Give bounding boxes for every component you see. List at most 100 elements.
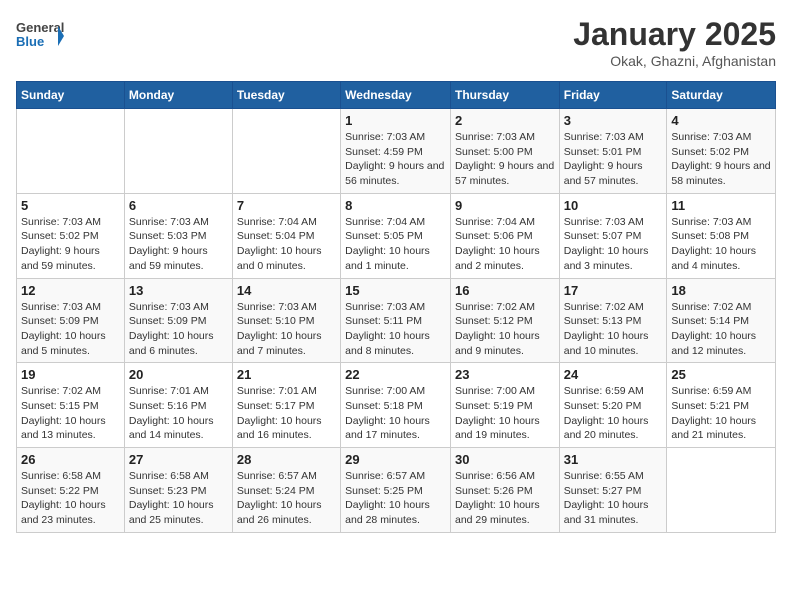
day-info: Sunrise: 7:03 AMSunset: 5:00 PMDaylight:…	[455, 130, 555, 189]
weekday-header: Saturday	[667, 82, 776, 109]
calendar-cell: 6 Sunrise: 7:03 AMSunset: 5:03 PMDayligh…	[124, 193, 232, 278]
day-info: Sunrise: 7:02 AMSunset: 5:13 PMDaylight:…	[564, 300, 663, 359]
calendar-cell: 21 Sunrise: 7:01 AMSunset: 5:17 PMDaylig…	[232, 363, 340, 448]
calendar-cell: 25 Sunrise: 6:59 AMSunset: 5:21 PMDaylig…	[667, 363, 776, 448]
day-info: Sunrise: 7:04 AMSunset: 5:04 PMDaylight:…	[237, 215, 336, 274]
calendar-cell	[124, 109, 232, 194]
calendar-cell: 3 Sunrise: 7:03 AMSunset: 5:01 PMDayligh…	[559, 109, 667, 194]
day-number: 5	[21, 198, 120, 213]
day-info: Sunrise: 7:00 AMSunset: 5:19 PMDaylight:…	[455, 384, 555, 443]
svg-text:General: General	[16, 20, 64, 35]
calendar-header-row: SundayMondayTuesdayWednesdayThursdayFrid…	[17, 82, 776, 109]
calendar-cell: 29 Sunrise: 6:57 AMSunset: 5:25 PMDaylig…	[341, 448, 451, 533]
calendar-cell: 26 Sunrise: 6:58 AMSunset: 5:22 PMDaylig…	[17, 448, 125, 533]
day-number: 1	[345, 113, 446, 128]
day-info: Sunrise: 7:02 AMSunset: 5:12 PMDaylight:…	[455, 300, 555, 359]
calendar-cell: 4 Sunrise: 7:03 AMSunset: 5:02 PMDayligh…	[667, 109, 776, 194]
day-number: 8	[345, 198, 446, 213]
day-number: 17	[564, 283, 663, 298]
day-info: Sunrise: 6:59 AMSunset: 5:20 PMDaylight:…	[564, 384, 663, 443]
day-info: Sunrise: 7:04 AMSunset: 5:05 PMDaylight:…	[345, 215, 446, 274]
calendar-cell: 12 Sunrise: 7:03 AMSunset: 5:09 PMDaylig…	[17, 278, 125, 363]
day-info: Sunrise: 6:58 AMSunset: 5:23 PMDaylight:…	[129, 469, 228, 528]
calendar-cell: 30 Sunrise: 6:56 AMSunset: 5:26 PMDaylig…	[450, 448, 559, 533]
day-number: 27	[129, 452, 228, 467]
day-number: 7	[237, 198, 336, 213]
day-number: 23	[455, 367, 555, 382]
calendar-cell: 2 Sunrise: 7:03 AMSunset: 5:00 PMDayligh…	[450, 109, 559, 194]
day-info: Sunrise: 7:03 AMSunset: 5:08 PMDaylight:…	[671, 215, 771, 274]
day-info: Sunrise: 7:03 AMSunset: 5:09 PMDaylight:…	[21, 300, 120, 359]
day-number: 11	[671, 198, 771, 213]
day-number: 31	[564, 452, 663, 467]
day-number: 28	[237, 452, 336, 467]
calendar-cell: 5 Sunrise: 7:03 AMSunset: 5:02 PMDayligh…	[17, 193, 125, 278]
day-number: 14	[237, 283, 336, 298]
calendar-week-row: 12 Sunrise: 7:03 AMSunset: 5:09 PMDaylig…	[17, 278, 776, 363]
day-info: Sunrise: 7:03 AMSunset: 5:10 PMDaylight:…	[237, 300, 336, 359]
calendar-cell: 8 Sunrise: 7:04 AMSunset: 5:05 PMDayligh…	[341, 193, 451, 278]
weekday-header: Sunday	[17, 82, 125, 109]
day-number: 12	[21, 283, 120, 298]
calendar-cell: 19 Sunrise: 7:02 AMSunset: 5:15 PMDaylig…	[17, 363, 125, 448]
page-header: General Blue January 2025 Okak, Ghazni, …	[16, 16, 776, 69]
page-title: January 2025	[573, 16, 776, 53]
day-number: 25	[671, 367, 771, 382]
weekday-header: Tuesday	[232, 82, 340, 109]
calendar-cell: 9 Sunrise: 7:04 AMSunset: 5:06 PMDayligh…	[450, 193, 559, 278]
logo: General Blue	[16, 16, 64, 56]
day-info: Sunrise: 6:57 AMSunset: 5:24 PMDaylight:…	[237, 469, 336, 528]
day-number: 13	[129, 283, 228, 298]
day-info: Sunrise: 6:56 AMSunset: 5:26 PMDaylight:…	[455, 469, 555, 528]
calendar-cell: 31 Sunrise: 6:55 AMSunset: 5:27 PMDaylig…	[559, 448, 667, 533]
day-info: Sunrise: 7:03 AMSunset: 5:03 PMDaylight:…	[129, 215, 228, 274]
day-info: Sunrise: 7:00 AMSunset: 5:18 PMDaylight:…	[345, 384, 446, 443]
calendar-cell	[667, 448, 776, 533]
day-info: Sunrise: 7:03 AMSunset: 5:09 PMDaylight:…	[129, 300, 228, 359]
day-number: 4	[671, 113, 771, 128]
calendar-cell	[17, 109, 125, 194]
day-number: 30	[455, 452, 555, 467]
calendar-cell: 15 Sunrise: 7:03 AMSunset: 5:11 PMDaylig…	[341, 278, 451, 363]
calendar-week-row: 1 Sunrise: 7:03 AMSunset: 4:59 PMDayligh…	[17, 109, 776, 194]
day-number: 29	[345, 452, 446, 467]
day-info: Sunrise: 7:03 AMSunset: 5:02 PMDaylight:…	[671, 130, 771, 189]
calendar-cell: 14 Sunrise: 7:03 AMSunset: 5:10 PMDaylig…	[232, 278, 340, 363]
day-info: Sunrise: 7:03 AMSunset: 4:59 PMDaylight:…	[345, 130, 446, 189]
page-subtitle: Okak, Ghazni, Afghanistan	[573, 53, 776, 69]
day-number: 26	[21, 452, 120, 467]
day-info: Sunrise: 7:02 AMSunset: 5:15 PMDaylight:…	[21, 384, 120, 443]
calendar-cell: 17 Sunrise: 7:02 AMSunset: 5:13 PMDaylig…	[559, 278, 667, 363]
calendar-cell: 10 Sunrise: 7:03 AMSunset: 5:07 PMDaylig…	[559, 193, 667, 278]
day-info: Sunrise: 7:03 AMSunset: 5:01 PMDaylight:…	[564, 130, 663, 189]
calendar-cell: 7 Sunrise: 7:04 AMSunset: 5:04 PMDayligh…	[232, 193, 340, 278]
day-info: Sunrise: 7:01 AMSunset: 5:17 PMDaylight:…	[237, 384, 336, 443]
calendar-cell: 11 Sunrise: 7:03 AMSunset: 5:08 PMDaylig…	[667, 193, 776, 278]
calendar-cell: 28 Sunrise: 6:57 AMSunset: 5:24 PMDaylig…	[232, 448, 340, 533]
day-info: Sunrise: 6:57 AMSunset: 5:25 PMDaylight:…	[345, 469, 446, 528]
weekday-header: Thursday	[450, 82, 559, 109]
weekday-header: Monday	[124, 82, 232, 109]
day-info: Sunrise: 6:59 AMSunset: 5:21 PMDaylight:…	[671, 384, 771, 443]
day-number: 10	[564, 198, 663, 213]
day-number: 3	[564, 113, 663, 128]
calendar-cell: 1 Sunrise: 7:03 AMSunset: 4:59 PMDayligh…	[341, 109, 451, 194]
calendar-cell: 27 Sunrise: 6:58 AMSunset: 5:23 PMDaylig…	[124, 448, 232, 533]
calendar-cell: 18 Sunrise: 7:02 AMSunset: 5:14 PMDaylig…	[667, 278, 776, 363]
logo-svg: General Blue	[16, 16, 64, 56]
calendar-cell: 23 Sunrise: 7:00 AMSunset: 5:19 PMDaylig…	[450, 363, 559, 448]
day-info: Sunrise: 7:01 AMSunset: 5:16 PMDaylight:…	[129, 384, 228, 443]
day-number: 6	[129, 198, 228, 213]
title-block: January 2025 Okak, Ghazni, Afghanistan	[573, 16, 776, 69]
day-info: Sunrise: 7:03 AMSunset: 5:11 PMDaylight:…	[345, 300, 446, 359]
day-number: 18	[671, 283, 771, 298]
day-number: 24	[564, 367, 663, 382]
weekday-header: Friday	[559, 82, 667, 109]
day-number: 19	[21, 367, 120, 382]
day-number: 2	[455, 113, 555, 128]
calendar-cell: 13 Sunrise: 7:03 AMSunset: 5:09 PMDaylig…	[124, 278, 232, 363]
day-number: 16	[455, 283, 555, 298]
day-number: 22	[345, 367, 446, 382]
calendar-cell	[232, 109, 340, 194]
weekday-header: Wednesday	[341, 82, 451, 109]
